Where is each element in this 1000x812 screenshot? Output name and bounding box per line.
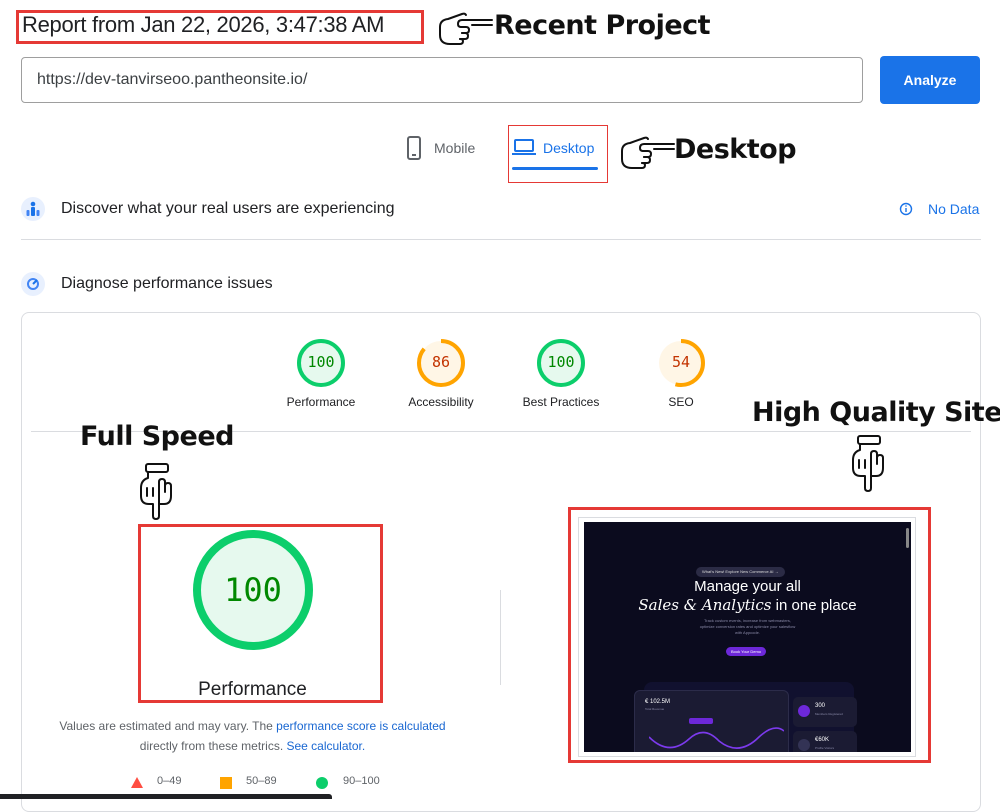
bottom-overlay-bar [0, 794, 332, 799]
screenshot-stat-2: €60K [815, 737, 830, 743]
score-gauge-accessibility[interactable]: 86 Accessibility [371, 337, 511, 409]
screenshot-stat-icon [798, 705, 810, 717]
screenshot-headline-2: Sales & Analytics in one place [584, 596, 911, 614]
column-divider [500, 590, 501, 685]
score-gauge-label: Accessibility [408, 395, 474, 409]
tab-desktop[interactable]: Desktop [512, 134, 604, 172]
tab-mobile-label: Mobile [434, 140, 476, 156]
screenshot-subtext-1: Track custom events, increase from webma… [704, 618, 791, 623]
analyze-button[interactable]: Analyze [880, 56, 980, 104]
screenshot-stat-card-1: 300 Members Registered [793, 697, 857, 727]
screenshot-dashboard: € 102.5M Total Revenue [634, 690, 789, 752]
average-square-icon [220, 777, 232, 789]
field-data-status: No Data [928, 201, 980, 217]
screenshot-subtext-3: with Appcode. [735, 630, 760, 635]
tab-desktop-underline [512, 167, 598, 170]
screenshot-headline-1: Manage your all [694, 578, 801, 595]
page-screenshot: What's New! Explore New Commerce AI → Ma… [584, 522, 911, 752]
screenshot-stat-1: 300 [815, 703, 826, 709]
legend-fail-range: 0–49 [157, 775, 182, 787]
screenshot-line-chart [649, 718, 784, 749]
annotation-high-quality: High Quality Site [752, 397, 1000, 428]
legend-average-range: 50–89 [246, 775, 277, 787]
performance-score-link[interactable]: performance score is calculated [276, 719, 445, 733]
url-input-value: https://dev-tanvirseoo.pantheonsite.io/ [37, 71, 308, 88]
score-gauge-best-practices[interactable]: 100 Best Practices [491, 337, 631, 409]
mobile-icon [407, 136, 421, 160]
see-calculator-link[interactable]: See calculator. [286, 739, 365, 753]
score-gauge-value: 100 [307, 353, 335, 371]
screenshot-scrollbar [906, 528, 909, 548]
users-icon [21, 197, 45, 221]
score-gauge-label: SEO [668, 395, 694, 409]
score-gauge-value: 86 [431, 353, 451, 371]
tab-mobile[interactable]: Mobile [404, 134, 494, 164]
section-divider [21, 239, 981, 240]
screenshot-stat-card-2: €60K Profile Visitors [793, 731, 857, 752]
screenshot-pill: What's New! Explore New Commerce AI → [696, 567, 785, 577]
pointing-down-hand-icon [852, 435, 884, 492]
screenshot-cta-button: Book Your Demo [726, 647, 766, 656]
screenshot-stat-1-label: Members Registered [815, 712, 843, 716]
performance-score-value: 100 [224, 571, 282, 609]
note-text-2: directly from these metrics. [139, 739, 287, 753]
url-input[interactable]: https://dev-tanvirseoo.pantheonsite.io/ [21, 57, 863, 103]
annotation-recent-project: Recent Project [494, 10, 711, 41]
annotation-desktop: Desktop [674, 134, 797, 165]
info-icon[interactable] [899, 202, 913, 216]
screenshot-revenue-label: Total Revenue [645, 707, 665, 711]
legend-pass-range: 90–100 [343, 775, 380, 787]
laptop-icon [512, 139, 536, 155]
pointing-hand-icon [621, 136, 675, 169]
pointing-down-hand-icon [140, 463, 172, 520]
pointing-hand-icon [439, 12, 493, 45]
pass-circle-icon [316, 777, 328, 789]
score-note: Values are estimated and may vary. The p… [40, 716, 465, 756]
score-gauge-value: 54 [671, 353, 691, 371]
score-gauge-label: Performance [286, 395, 356, 409]
score-gauge-seo[interactable]: 54 SEO [611, 337, 751, 409]
diagnose-label: Diagnose performance issues [61, 275, 273, 292]
screenshot-subtext-2: optimize conversion rates and optimize y… [699, 624, 796, 629]
note-text-1: Values are estimated and may vary. The [59, 719, 277, 733]
screenshot-stat-icon [798, 739, 810, 751]
screenshot-headline-2-rest: in one place [771, 597, 857, 614]
fail-triangle-icon [131, 777, 143, 788]
screenshot-revenue: € 102.5M [645, 699, 671, 705]
score-gauge-value: 100 [547, 353, 575, 371]
report-title: Report from Jan 22, 2026, 3:47:38 AM [22, 12, 385, 37]
performance-score-label: Performance [198, 679, 307, 700]
score-gauge-performance[interactable]: 100 Performance [251, 337, 391, 409]
screenshot-headline-2-italic: Sales & Analytics [638, 596, 772, 614]
tab-desktop-label: Desktop [543, 140, 595, 156]
speedometer-icon [21, 272, 45, 296]
score-gauge-label: Best Practices [522, 395, 600, 409]
screenshot-stat-2-label: Profile Visitors [815, 746, 835, 750]
annotation-full-speed: Full Speed [80, 421, 234, 452]
field-data-label: Discover what your real users are experi… [61, 200, 395, 217]
